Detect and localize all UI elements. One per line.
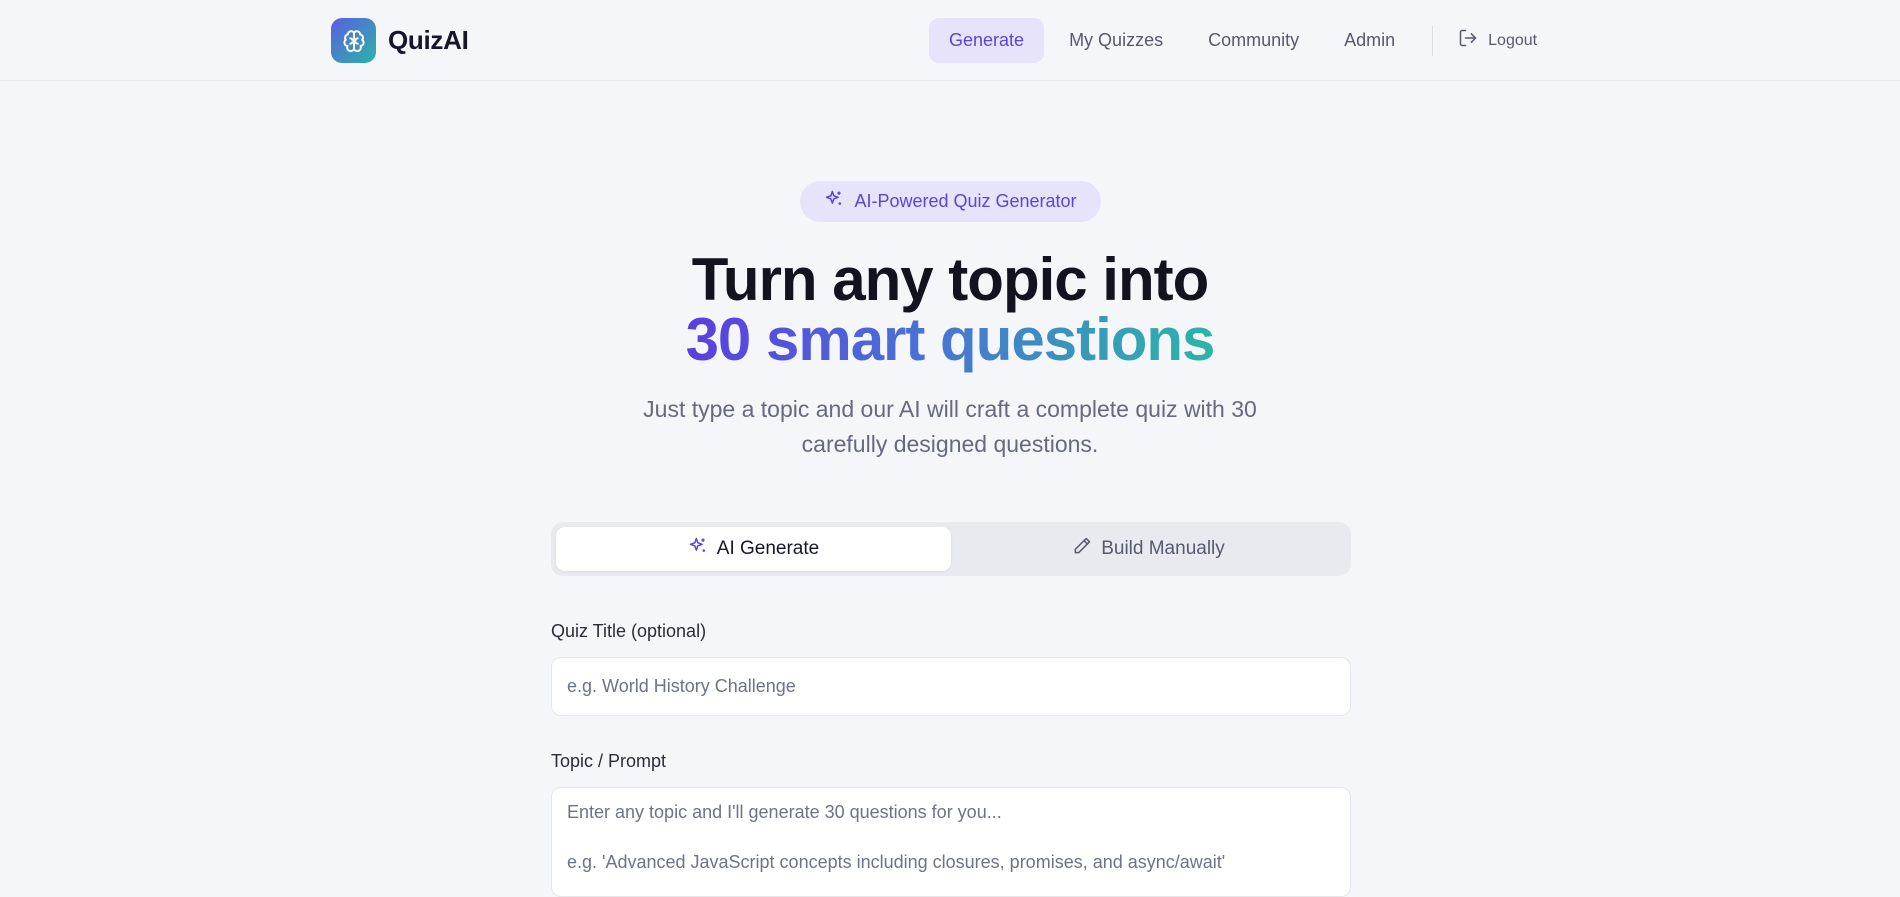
logout-icon — [1458, 28, 1478, 53]
logout-button[interactable]: Logout — [1458, 28, 1537, 53]
quiz-title-label: Quiz Title (optional) — [551, 621, 707, 641]
sparkles-icon — [824, 189, 844, 214]
topic-prompt-label: Topic / Prompt — [551, 751, 667, 771]
hero-badge: AI-Powered Quiz Generator — [800, 181, 1101, 222]
pencil-icon — [1072, 536, 1092, 562]
brand-name: QuizAI — [388, 25, 469, 55]
hero-title-line-2: 30 smart questions — [0, 304, 1900, 376]
top-navigation-bar: QuizAI Generate My Quizzes Community Adm… — [0, 0, 1900, 81]
tab-ai-generate-label: AI Generate — [716, 538, 820, 559]
topic-prompt-textarea[interactable] — [551, 787, 1351, 897]
main-nav: Generate My Quizzes Community Admin Logo… — [929, 18, 1537, 63]
hero-badge-label: AI-Powered Quiz Generator — [854, 191, 1077, 211]
nav-item-generate[interactable]: Generate — [929, 18, 1045, 63]
nav-item-admin[interactable]: Admin — [1324, 18, 1415, 63]
nav-divider — [1432, 25, 1434, 56]
hero-title-gradient-text: 30 smart questions — [685, 306, 1216, 373]
hero-subtitle: Just type a topic and our AI will craft … — [643, 396, 1257, 457]
sparkles-icon — [688, 536, 708, 562]
logout-label: Logout — [1488, 31, 1538, 49]
nav-item-my-quizzes[interactable]: My Quizzes — [1049, 18, 1183, 63]
brand[interactable]: QuizAI — [331, 18, 469, 63]
quiz-title-input[interactable] — [551, 657, 1351, 716]
tab-build-manually-label: Build Manually — [1101, 538, 1225, 559]
nav-item-community[interactable]: Community — [1188, 18, 1319, 63]
brain-icon — [331, 18, 376, 63]
tab-ai-generate[interactable]: AI Generate — [556, 527, 951, 571]
mode-tabs: AI Generate Build Manually — [551, 522, 1351, 576]
tab-build-manually[interactable]: Build Manually — [951, 527, 1346, 571]
